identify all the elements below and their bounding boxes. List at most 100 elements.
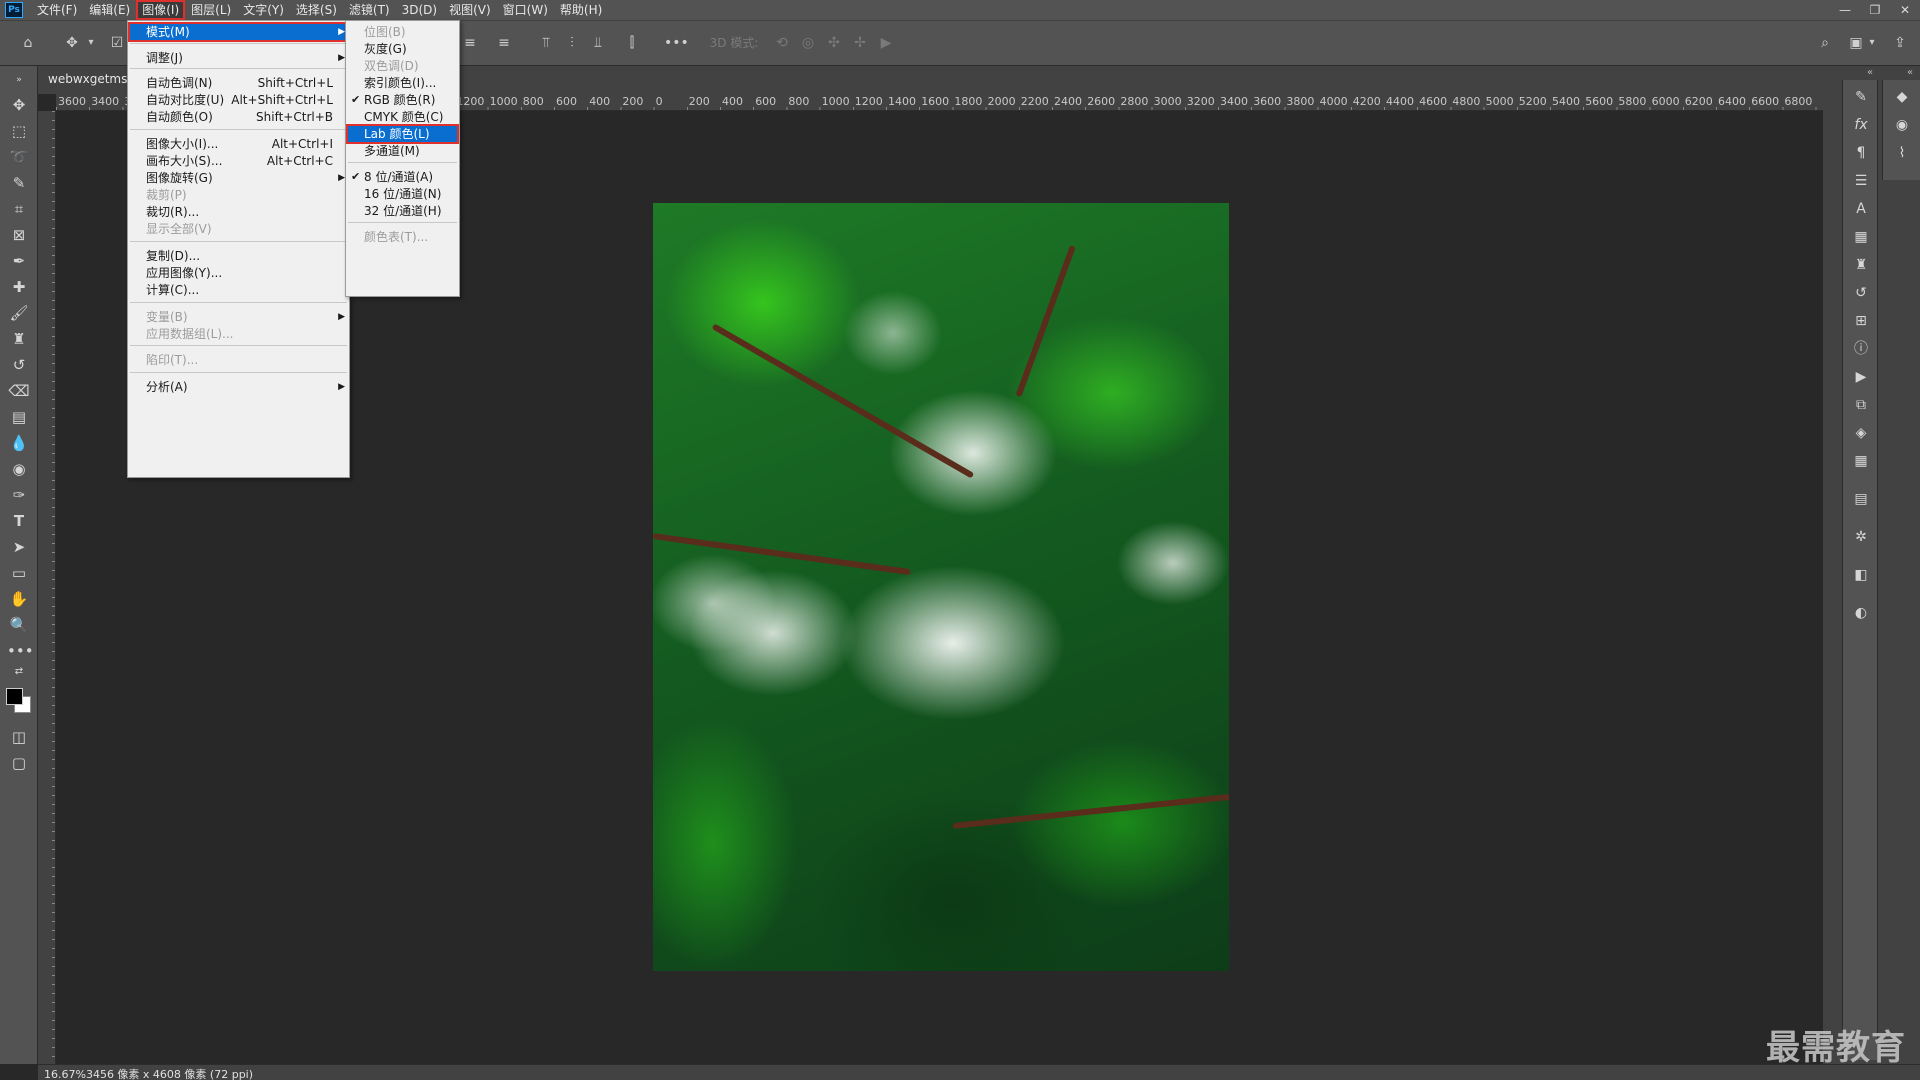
collapse-icon[interactable]: » [7, 69, 31, 91]
align-top-icon[interactable]: ⫪ [536, 33, 556, 53]
zoom-tool-icon[interactable]: 🔍 [7, 614, 31, 636]
timeline-icon[interactable]: ⧉ [1849, 394, 1873, 416]
hand-tool-icon[interactable]: ✋ [7, 588, 31, 610]
move-icon[interactable]: ✥ [60, 33, 84, 53]
chevron-down-icon[interactable]: ▾ [84, 33, 98, 53]
menu-item[interactable]: 图层(L) [185, 0, 237, 20]
ruler-tick-label: 1600 [921, 95, 950, 108]
pen-tool-icon[interactable]: ✑ [7, 484, 31, 506]
swap-colors-icon[interactable]: ⇄ [7, 664, 31, 680]
workspace-icon[interactable]: ▣ [1846, 33, 1866, 53]
home-icon[interactable]: ⌂ [16, 33, 40, 53]
brush-settings-icon[interactable]: ✎ [1849, 86, 1873, 108]
more-icon[interactable]: ••• [664, 33, 689, 53]
menu-item[interactable]: 图像(I) [136, 0, 186, 20]
menu-item[interactable]: 编辑(E) [83, 0, 136, 20]
blur-tool-icon[interactable]: 💧 [7, 432, 31, 454]
status-text[interactable]: 16.67%3456 像素 x 4608 像素 (72 ppi) [44, 1066, 253, 1080]
document-tab[interactable]: webwxgetms [48, 72, 127, 86]
tool-presets-icon[interactable]: ⊞ [1849, 310, 1873, 332]
image-menu-item[interactable]: 调整(J) ▶ [128, 48, 349, 68]
menu-item[interactable]: 文件(F) [31, 0, 83, 20]
menu-item-label: 颜色表(T)... [364, 230, 429, 244]
close-button[interactable]: ✕ [1890, 0, 1920, 20]
crop-tool-icon[interactable]: ⌗ [7, 198, 31, 220]
mode-menu-item[interactable]: 多通道(M) [346, 141, 459, 161]
align-center-icon[interactable]: ≡ [494, 33, 514, 53]
glyphs-icon[interactable]: ▦ [1849, 226, 1873, 248]
align-left-icon[interactable]: ≡ [460, 33, 480, 53]
mode-3d-label: 3D 模式: [709, 36, 759, 50]
menu-item[interactable]: 文字(Y) [237, 0, 290, 20]
ruler-tick-label: 2000 [987, 95, 1016, 108]
history-brush-tool-icon[interactable]: ↺ [7, 354, 31, 376]
move-tool-icon[interactable]: ✥ [7, 94, 31, 116]
styles-icon[interactable]: fx [1849, 114, 1873, 136]
notes-icon[interactable]: ▤ [1849, 488, 1873, 510]
image-menu-item[interactable]: 模式(M) ▶ [128, 22, 349, 42]
image-menu-item[interactable]: 计算(C)... [128, 280, 349, 300]
image-menu-item[interactable]: 自动颜色(O) Shift+Ctrl+B [128, 107, 349, 127]
screen-mode-icon[interactable]: ▢ [7, 752, 31, 774]
collapse-dock-icon[interactable]: « [1860, 66, 1880, 80]
pan-3d-icon[interactable]: ✣ [824, 33, 844, 53]
align-bottom-icon[interactable]: ⫫ [588, 33, 608, 53]
menu-item[interactable]: 选择(S) [290, 0, 343, 20]
submenu-arrow-icon: ▶ [338, 382, 345, 392]
restore-button[interactable]: ❐ [1860, 0, 1890, 20]
mode-menu-item[interactable]: 32 位/通道(H) [346, 201, 459, 221]
roll-3d-icon[interactable]: ◎ [798, 33, 818, 53]
slide-3d-icon[interactable]: ✢ [850, 33, 870, 53]
menu-item-label: 双色调(D) [364, 59, 419, 73]
minimize-button[interactable]: — [1830, 0, 1860, 20]
layers-icon[interactable]: ◆ [1890, 86, 1914, 108]
checkbox-icon[interactable]: ☑ [108, 33, 126, 53]
3d-icon[interactable]: ◈ [1849, 422, 1873, 444]
orbit-3d-icon[interactable]: ⟲ [772, 33, 792, 53]
channels-icon[interactable]: ◉ [1890, 114, 1914, 136]
healing-tool-icon[interactable]: ✚ [7, 276, 31, 298]
chevron-down-icon[interactable]: ▾ [1866, 33, 1878, 53]
brush-tool-icon[interactable]: 🖌 [7, 302, 31, 324]
paragraph-icon[interactable]: ¶ [1849, 142, 1873, 164]
libraries-icon[interactable]: ◧ [1849, 564, 1873, 586]
quick-mask-icon[interactable]: ◫ [7, 726, 31, 748]
search-icon[interactable]: ⌕ [1815, 33, 1835, 53]
table-icon[interactable]: ▦ [1849, 450, 1873, 472]
share-icon[interactable]: ⇪ [1890, 33, 1910, 53]
shape-tool-icon[interactable]: ▭ [7, 562, 31, 584]
properties-icon[interactable]: ☰ [1849, 170, 1873, 192]
menu-item[interactable]: 滤镜(T) [343, 0, 396, 20]
marquee-tool-icon[interactable]: ⬚ [7, 120, 31, 142]
adjustments-icon[interactable]: ✲ [1849, 526, 1873, 548]
info-icon[interactable]: ⓘ [1849, 338, 1873, 360]
image-menu-item[interactable]: 分析(A) ▶ [128, 377, 349, 397]
frame-tool-icon[interactable]: ⊠ [7, 224, 31, 246]
gradient-tool-icon[interactable]: ▤ [7, 406, 31, 428]
menu-item[interactable]: 帮助(H) [554, 0, 608, 20]
align-middle-icon[interactable]: ⫶ [562, 33, 582, 53]
color-icon[interactable]: ◐ [1849, 602, 1873, 624]
clone-source-icon[interactable]: ♜ [1849, 254, 1873, 276]
eraser-tool-icon[interactable]: ⌫ [7, 380, 31, 402]
menu-item[interactable]: 视图(V) [443, 0, 497, 20]
lasso-tool-icon[interactable]: ➰ [7, 146, 31, 168]
quick-select-tool-icon[interactable]: ✎ [7, 172, 31, 194]
collapse-dock-icon[interactable]: « [1900, 66, 1920, 80]
foreground-color-swatch[interactable] [6, 688, 23, 705]
actions-icon[interactable]: ▶ [1849, 366, 1873, 388]
character-icon[interactable]: A [1849, 198, 1873, 220]
camera-3d-icon[interactable]: ▶ [876, 33, 896, 53]
distribute-icon[interactable]: ⫿ [622, 33, 642, 53]
menu-item[interactable]: 窗口(W) [497, 0, 554, 20]
document-image[interactable] [653, 203, 1229, 971]
more-tools-icon[interactable]: ••• [7, 640, 34, 662]
eyedropper-tool-icon[interactable]: ✒ [7, 250, 31, 272]
path-select-tool-icon[interactable]: ➤ [7, 536, 31, 558]
paths-icon[interactable]: ⌇ [1890, 142, 1914, 164]
type-tool-icon[interactable]: T [7, 510, 31, 532]
history-icon[interactable]: ↺ [1849, 282, 1873, 304]
menu-item[interactable]: 3D(D) [396, 0, 443, 20]
stamp-tool-icon[interactable]: ♜ [7, 328, 31, 350]
dodge-tool-icon[interactable]: ◉ [7, 458, 31, 480]
